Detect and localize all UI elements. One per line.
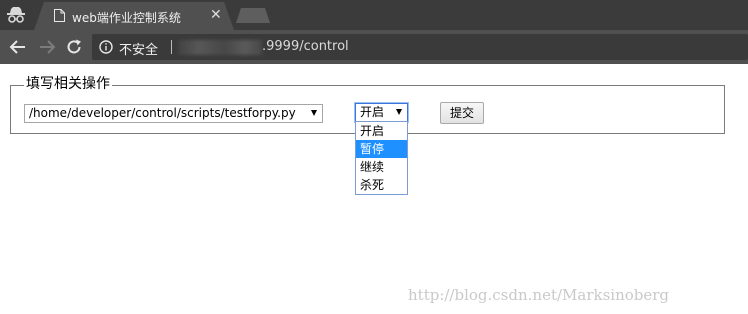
forward-arrow-icon[interactable]	[37, 37, 57, 57]
back-arrow-icon[interactable]	[8, 37, 28, 57]
address-bar[interactable]: 不安全 .9999/control	[92, 34, 748, 60]
new-tab-button[interactable]	[236, 8, 270, 23]
incognito-icon	[6, 6, 26, 24]
tab-active[interactable]: web端作业控制系统 ✕	[34, 2, 234, 30]
close-icon[interactable]: ✕	[210, 7, 222, 23]
info-icon[interactable]	[99, 40, 113, 54]
script-select[interactable]: /home/developer/control/scripts/testforp…	[24, 104, 323, 123]
action-dropdown-list: 开启 暂停 继续 杀死	[355, 121, 408, 195]
watermark: http://blog.csdn.net/Marksinoberg	[408, 286, 670, 304]
chevron-down-icon	[311, 110, 317, 116]
browser-toolbar: 不安全 .9999/control	[0, 30, 748, 64]
fieldset-legend: 填写相关操作	[24, 76, 112, 92]
tab-title: web端作业控制系统	[72, 11, 181, 25]
redacted-host	[178, 40, 262, 55]
divider	[171, 40, 172, 54]
submit-button[interactable]: 提交	[440, 102, 484, 124]
script-select-value: /home/developer/control/scripts/testforp…	[29, 106, 296, 120]
option-resume[interactable]: 继续	[356, 158, 407, 176]
url-text[interactable]: .9999/control	[262, 39, 349, 54]
action-select-value: 开启	[360, 105, 385, 119]
option-start[interactable]: 开启	[356, 122, 407, 140]
action-select[interactable]: 开启	[354, 102, 409, 123]
reload-icon[interactable]	[64, 37, 84, 57]
tab-strip: web端作业控制系统 ✕	[0, 0, 748, 30]
security-status[interactable]: 不安全	[119, 39, 158, 58]
chevron-down-icon	[396, 109, 402, 115]
option-pause[interactable]: 暂停	[356, 140, 407, 158]
option-kill[interactable]: 杀死	[356, 176, 407, 194]
document-icon	[54, 9, 65, 22]
